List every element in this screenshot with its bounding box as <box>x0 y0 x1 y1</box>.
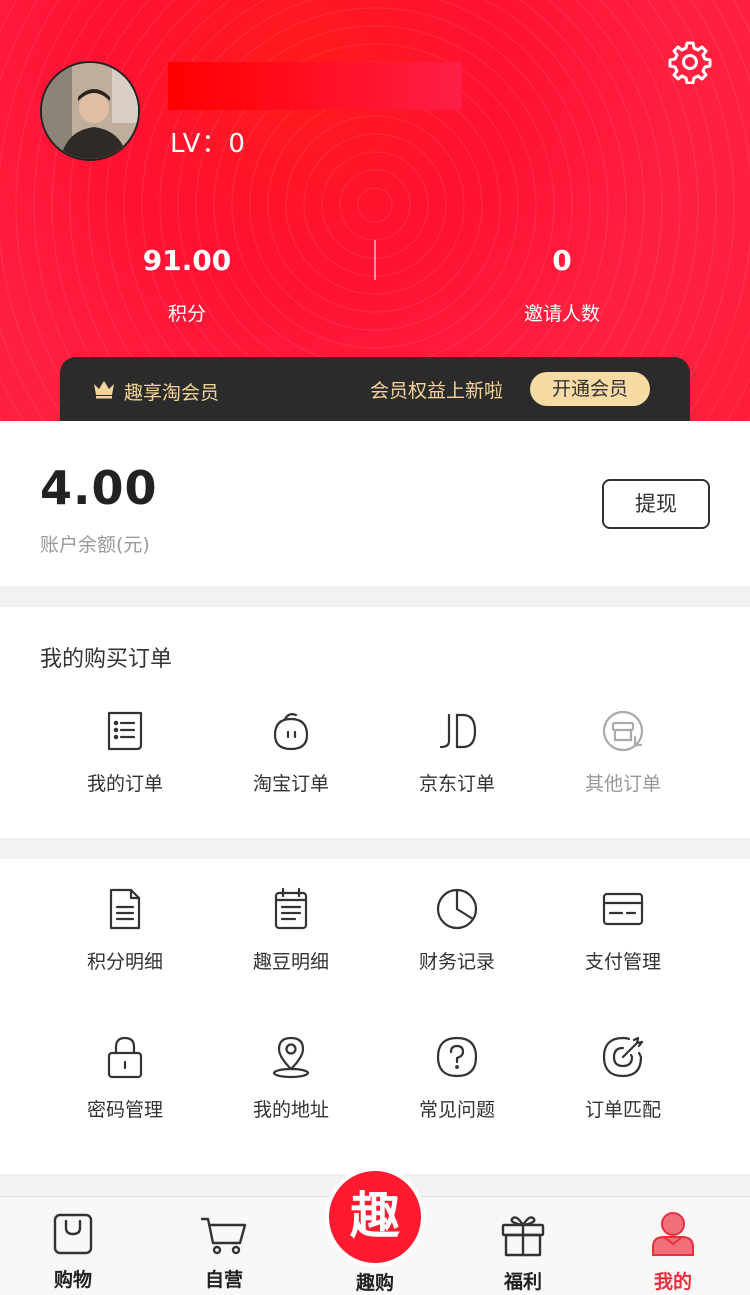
calendar-list-icon <box>274 887 308 930</box>
membership-news: 会员权益上新啦 <box>370 380 504 402</box>
avatar[interactable] <box>40 61 140 161</box>
finance-records-item[interactable]: 财务记录 <box>377 887 537 974</box>
other-orders-label: 其他订单 <box>584 773 661 795</box>
jd-icon <box>439 713 477 749</box>
tab-shopping-label: 购物 <box>53 1269 92 1291</box>
points-value: 91.00 <box>142 244 232 277</box>
question-bubble-icon <box>436 1036 478 1078</box>
location-pin-icon <box>272 1036 310 1079</box>
tab-welfare-label: 福利 <box>503 1271 542 1293</box>
user-level: LV：0 <box>170 129 246 159</box>
jd-orders-item[interactable]: 京东订单 <box>377 709 537 796</box>
jd-orders-label: 京东订单 <box>418 773 495 795</box>
user-icon <box>652 1212 694 1256</box>
taobao-icon <box>273 713 309 751</box>
payment-management-label: 支付管理 <box>584 951 661 973</box>
purchase-orders-section: 我的购买订单 我的订单 淘宝订单 京东订单 其他订单 <box>0 607 750 838</box>
tab-welfare[interactable]: 福利 <box>463 1211 583 1294</box>
password-management-item[interactable]: 密码管理 <box>45 1035 205 1122</box>
membership-title: 趣享淘会员 <box>124 382 220 404</box>
points-label: 积分 <box>167 303 206 325</box>
balance-card: 4.00 账户余额(元) 提现 <box>0 421 750 586</box>
points-detail-label: 积分明细 <box>86 951 163 973</box>
avatar-photo <box>42 63 138 159</box>
order-matching-label: 订单匹配 <box>584 1099 661 1121</box>
my-address-item[interactable]: 我的地址 <box>211 1035 371 1122</box>
points-detail-item[interactable]: 积分明细 <box>45 887 205 974</box>
crown-icon <box>94 381 114 399</box>
card-icon <box>602 892 644 926</box>
taobao-orders-item[interactable]: 淘宝订单 <box>211 709 371 796</box>
target-icon <box>602 1036 644 1078</box>
stat-divider <box>374 240 376 280</box>
beans-detail-item[interactable]: 趣豆明细 <box>211 887 371 974</box>
finance-records-label: 财务记录 <box>418 951 495 973</box>
tab-mine-label: 我的 <box>653 1271 692 1293</box>
qugou-center-button[interactable]: 趣 <box>329 1171 421 1263</box>
invites-stat[interactable]: 0 邀请人数 <box>452 244 672 326</box>
faq-item[interactable]: 常见问题 <box>377 1035 537 1122</box>
settings-gear-icon[interactable] <box>668 40 712 84</box>
points-stat[interactable]: 91.00 积分 <box>77 244 297 326</box>
beans-detail-label: 趣豆明细 <box>252 951 329 973</box>
account-tools-section: 积分明细 趣豆明细 财务记录 支付管理 密码管理 我的地址 常见问题 订单匹配 <box>0 859 750 1174</box>
gift-icon <box>501 1216 545 1257</box>
open-membership-button[interactable]: 开通会员 <box>530 372 650 406</box>
profile-header: LV：0 91.00 积分 0 邀请人数 趣享淘会员 会员权益上新啦 开通会员 <box>0 0 750 421</box>
invites-value: 0 <box>552 244 572 277</box>
document-icon <box>109 888 141 930</box>
cart-icon <box>200 1217 247 1255</box>
order-matching-item[interactable]: 订单匹配 <box>543 1035 703 1122</box>
faq-label: 常见问题 <box>418 1099 495 1121</box>
order-list-icon <box>107 711 143 751</box>
tab-self-operated-label: 自营 <box>204 1269 243 1291</box>
tab-shopping[interactable]: 购物 <box>13 1211 133 1292</box>
my-address-label: 我的地址 <box>252 1099 329 1121</box>
other-orders-icon <box>602 710 644 752</box>
password-management-label: 密码管理 <box>86 1099 163 1121</box>
payment-management-item[interactable]: 支付管理 <box>543 887 703 974</box>
username-redacted <box>168 62 462 110</box>
other-orders-item[interactable]: 其他订单 <box>543 709 703 796</box>
membership-bar[interactable]: 趣享淘会员 会员权益上新啦 开通会员 <box>60 357 690 421</box>
pie-chart-icon <box>436 888 478 930</box>
withdraw-button[interactable]: 提现 <box>602 479 710 529</box>
taobao-orders-label: 淘宝订单 <box>252 773 329 795</box>
balance-amount: 4.00 <box>40 461 158 515</box>
balance-label: 账户余额(元) <box>40 534 150 556</box>
tab-mine[interactable]: 我的 <box>613 1211 733 1294</box>
lock-icon <box>107 1036 143 1079</box>
my-orders-label: 我的订单 <box>86 773 163 795</box>
invites-label: 邀请人数 <box>523 303 600 325</box>
shopping-bag-icon <box>53 1213 93 1255</box>
orders-section-title: 我的购买订单 <box>40 647 173 672</box>
tab-self-operated[interactable]: 自营 <box>164 1211 284 1292</box>
my-orders-item[interactable]: 我的订单 <box>45 709 205 796</box>
tab-qugou-label[interactable]: 趣购 <box>315 1268 435 1295</box>
